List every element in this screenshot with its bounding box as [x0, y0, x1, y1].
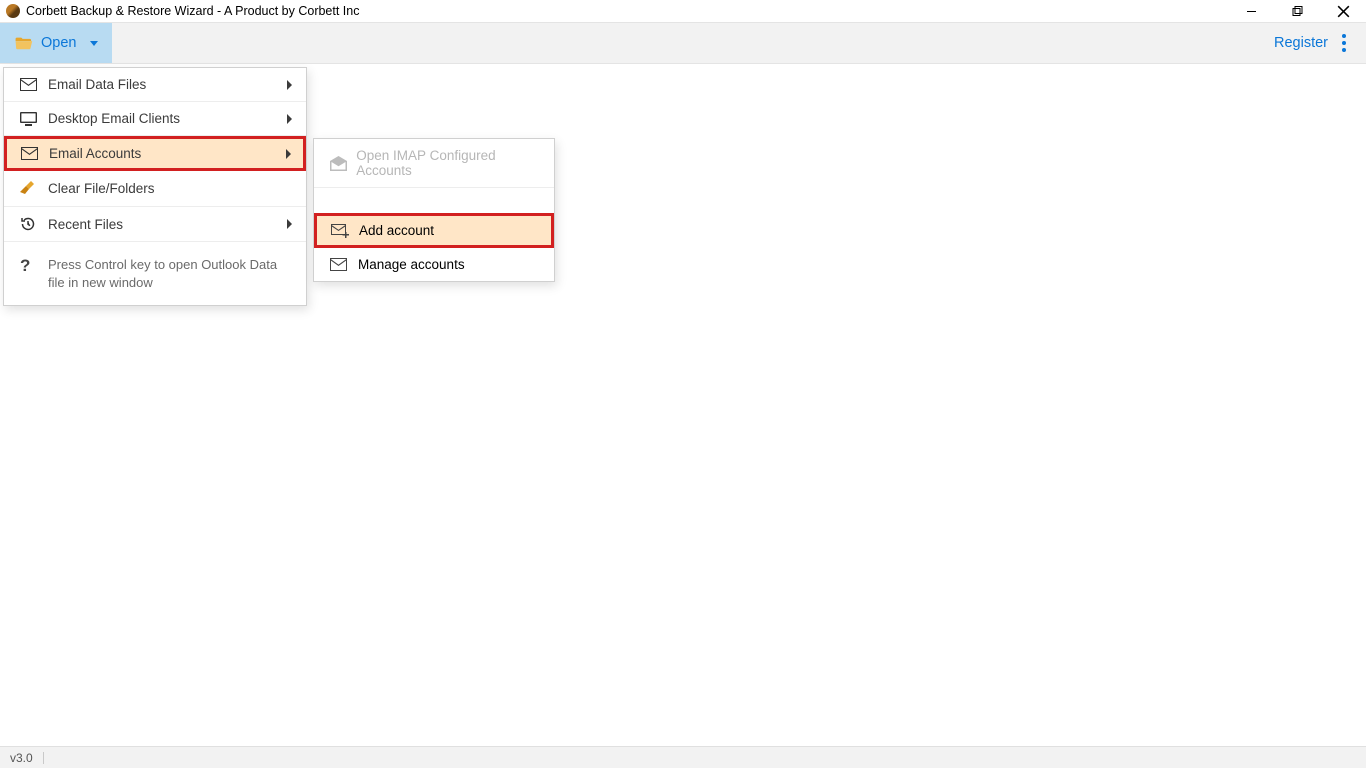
menu-item-label: Recent Files: [48, 217, 287, 232]
monitor-icon: [20, 112, 44, 126]
open-label: Open: [41, 35, 76, 51]
window-title: Corbett Backup & Restore Wizard - A Prod…: [26, 4, 359, 18]
menu-email-data-files[interactable]: Email Data Files: [4, 68, 306, 102]
submenu-add-account[interactable]: Add account: [314, 213, 554, 248]
submenu-open-imap: Open IMAP Configured Accounts: [314, 139, 554, 188]
app-icon: [6, 4, 20, 18]
window-controls: [1228, 0, 1366, 22]
mail-icon: [20, 78, 44, 91]
email-accounts-submenu: Open IMAP Configured Accounts Add accoun…: [313, 138, 555, 282]
maximize-button[interactable]: [1274, 0, 1320, 22]
title-bar: Corbett Backup & Restore Wizard - A Prod…: [0, 0, 1366, 22]
submenu-item-label: Open IMAP Configured Accounts: [356, 148, 540, 178]
chevron-right-icon: [287, 219, 292, 229]
submenu-manage-accounts[interactable]: Manage accounts: [314, 248, 554, 281]
broom-icon: [20, 180, 44, 197]
menu-clear-files[interactable]: Clear File/Folders: [4, 171, 306, 207]
menu-desktop-email-clients[interactable]: Desktop Email Clients: [4, 102, 306, 136]
menu-email-accounts[interactable]: Email Accounts: [4, 136, 306, 171]
chevron-right-icon: [286, 149, 291, 159]
minimize-button[interactable]: [1228, 0, 1274, 22]
chevron-right-icon: [287, 80, 292, 90]
menu-item-label: Desktop Email Clients: [48, 111, 287, 126]
menu-recent-files[interactable]: Recent Files: [4, 207, 306, 242]
submenu-item-label: Add account: [359, 223, 434, 238]
version-label: v3.0: [10, 751, 33, 765]
open-mail-icon: [330, 156, 352, 171]
open-button[interactable]: Open: [0, 23, 112, 63]
status-bar: v3.0: [0, 746, 1366, 768]
hint-text: Press Control key to open Outlook Data f…: [48, 256, 290, 291]
close-button[interactable]: [1320, 0, 1366, 22]
menu-item-label: Clear File/Folders: [48, 181, 292, 196]
open-dropdown: Email Data Files Desktop Email Clients E…: [3, 67, 307, 306]
menu-hint: ? Press Control key to open Outlook Data…: [4, 242, 306, 305]
mail-icon: [21, 147, 45, 160]
chevron-down-icon: [90, 41, 98, 46]
menu-item-label: Email Data Files: [48, 77, 287, 92]
folder-icon: [14, 34, 33, 53]
divider: [43, 752, 44, 764]
submenu-item-label: Manage accounts: [358, 257, 465, 272]
question-icon: ?: [20, 256, 44, 291]
mail-plus-icon: [331, 224, 355, 238]
chevron-right-icon: [287, 114, 292, 124]
toolbar: Open Register: [0, 22, 1366, 64]
history-icon: [20, 216, 44, 232]
menu-item-label: Email Accounts: [49, 146, 286, 161]
more-options-button[interactable]: [1338, 23, 1366, 63]
mail-icon: [330, 258, 354, 271]
register-link[interactable]: Register: [1264, 23, 1338, 63]
